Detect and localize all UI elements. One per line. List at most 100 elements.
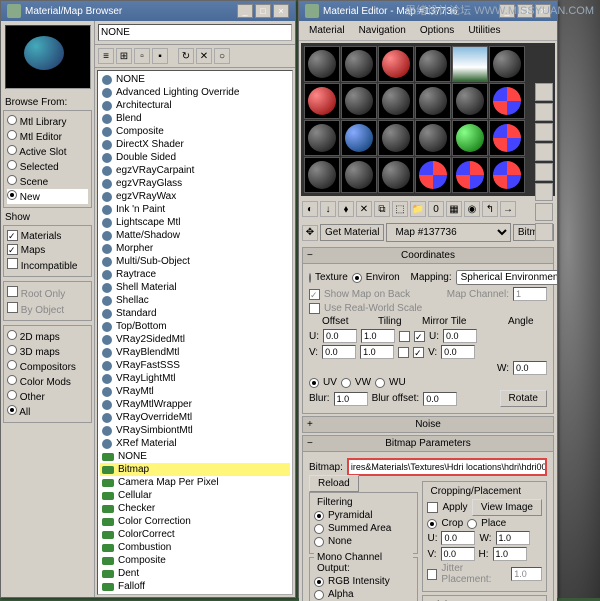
menu-options[interactable]: Options xyxy=(418,23,456,38)
blur-offset-input[interactable]: 0.0 xyxy=(423,392,457,406)
reset-icon[interactable]: ✕ xyxy=(356,201,372,217)
list-item[interactable]: Morpher xyxy=(100,242,290,255)
uv-tiling-icon[interactable] xyxy=(535,143,553,161)
list-item[interactable]: Checker xyxy=(100,502,290,515)
clear-icon[interactable]: ○ xyxy=(214,48,230,64)
list-item[interactable]: Standard xyxy=(100,307,290,320)
list-item[interactable]: egzVRayGlass xyxy=(100,177,290,190)
list-item[interactable]: Camera Map Per Pixel xyxy=(100,476,290,489)
sample-slot[interactable] xyxy=(452,157,488,193)
rad-vw[interactable] xyxy=(341,378,351,388)
sample-slot[interactable] xyxy=(415,157,451,193)
sample-slot[interactable] xyxy=(489,120,525,156)
list-item[interactable]: VRaySimbiontMtl xyxy=(100,424,290,437)
sample-slot[interactable] xyxy=(452,46,488,82)
crop-h[interactable]: 1.0 xyxy=(493,547,527,561)
opt-new[interactable]: New xyxy=(7,189,88,204)
sample-slot[interactable] xyxy=(378,46,414,82)
sample-slot[interactable] xyxy=(378,120,414,156)
list-item[interactable]: ColorCorrect xyxy=(100,528,290,541)
sample-slot[interactable] xyxy=(452,120,488,156)
list-item[interactable]: VRayMtlWrapper xyxy=(100,398,290,411)
sample-slot[interactable] xyxy=(378,157,414,193)
list-item[interactable]: Lightscape Mtl xyxy=(100,216,290,229)
menu-utilities[interactable]: Utilities xyxy=(466,23,502,38)
view-icons-icon[interactable]: ⊞ xyxy=(116,48,132,64)
v-tiling[interactable]: 1.0 xyxy=(360,345,394,359)
sample-slot[interactable] xyxy=(341,83,377,119)
list-item[interactable]: Matte/Shadow xyxy=(100,229,290,242)
put-library-icon[interactable]: 📁 xyxy=(410,201,426,217)
pick-icon[interactable]: ✥ xyxy=(302,225,318,241)
rad-mono-rgb[interactable] xyxy=(314,577,324,587)
list-item[interactable]: Ink 'n Paint xyxy=(100,203,290,216)
u-tile[interactable] xyxy=(414,331,425,342)
opt-active-slot[interactable]: Active Slot xyxy=(7,144,88,159)
list-item[interactable]: VRayLightMtl xyxy=(100,372,290,385)
opt-scene[interactable]: Scene xyxy=(7,174,88,189)
make-unique-icon[interactable]: ⬚ xyxy=(392,201,408,217)
ck-incompatible[interactable]: Incompatible xyxy=(7,257,88,273)
list-item[interactable]: Blend xyxy=(100,112,290,125)
sample-slot[interactable] xyxy=(489,83,525,119)
select-icon[interactable] xyxy=(535,223,553,241)
crop-u[interactable]: 0.0 xyxy=(441,531,475,545)
sample-slot[interactable] xyxy=(304,120,340,156)
video-check-icon[interactable] xyxy=(535,163,553,181)
go-forward-icon[interactable]: → xyxy=(500,201,516,217)
coordinates-header[interactable]: Coordinates xyxy=(302,247,554,264)
minimize-button[interactable]: _ xyxy=(237,4,253,18)
opt-2d[interactable]: 2D maps xyxy=(7,329,88,344)
list-item[interactable]: Raytrace xyxy=(100,268,290,281)
list-item[interactable]: Shellac xyxy=(100,294,290,307)
list-item[interactable]: Shell Material xyxy=(100,281,290,294)
preview-icon[interactable] xyxy=(535,183,553,201)
list-item[interactable]: NONE xyxy=(100,450,290,463)
sample-type-icon[interactable] xyxy=(535,83,553,101)
background-icon[interactable] xyxy=(535,123,553,141)
rad-mono-alpha[interactable] xyxy=(314,590,324,600)
ck-apply[interactable] xyxy=(427,502,438,513)
list-item[interactable]: VRay2SidedMtl xyxy=(100,333,290,346)
rad-wu[interactable] xyxy=(375,378,385,388)
list-item[interactable]: Color Correction xyxy=(100,515,290,528)
u-offset[interactable]: 0.0 xyxy=(323,329,357,343)
rad-pyramidal[interactable] xyxy=(314,511,324,521)
list-item[interactable]: DirectX Shader xyxy=(100,138,290,151)
sample-slot[interactable] xyxy=(304,46,340,82)
update-icon[interactable]: ↻ xyxy=(178,48,194,64)
opt-selected[interactable]: Selected xyxy=(7,159,88,174)
opt-all[interactable]: All xyxy=(7,404,88,419)
list-item[interactable]: Composite xyxy=(100,554,290,567)
list-item[interactable]: egzVRayWax xyxy=(100,190,290,203)
rad-environ[interactable] xyxy=(352,273,362,283)
browser-titlebar[interactable]: Material/Map Browser _ □ × xyxy=(1,1,295,21)
list-item[interactable]: Top/Bottom xyxy=(100,320,290,333)
list-item[interactable]: Double Sided xyxy=(100,151,290,164)
go-parent-icon[interactable]: ↰ xyxy=(482,201,498,217)
reload-button[interactable]: Reload xyxy=(309,475,359,492)
put-to-scene-icon[interactable]: ↓ xyxy=(320,201,336,217)
options-icon[interactable] xyxy=(535,203,553,221)
list-item[interactable]: Bitmap xyxy=(100,463,290,476)
v-angle[interactable]: 0.0 xyxy=(441,345,475,359)
ck-real-world[interactable] xyxy=(309,303,320,314)
toolbar-none-field[interactable]: NONE xyxy=(98,24,292,41)
get-material-icon[interactable]: ◐ xyxy=(302,201,318,217)
list-item[interactable]: Architectural xyxy=(100,99,290,112)
v-offset[interactable]: 0.0 xyxy=(322,345,356,359)
opt-mtl-library[interactable]: Mtl Library xyxy=(7,114,88,129)
opt-cmods[interactable]: Color Mods xyxy=(7,374,88,389)
list-item[interactable]: egzVRayCarpaint xyxy=(100,164,290,177)
ck-maps[interactable]: Maps xyxy=(7,243,88,257)
map-name-select[interactable]: Map #137736 xyxy=(386,223,510,242)
opt-3d[interactable]: 3D maps xyxy=(7,344,88,359)
copy-icon[interactable]: ⧉ xyxy=(374,201,390,217)
menu-material[interactable]: Material xyxy=(307,23,347,38)
opt-other[interactable]: Other xyxy=(7,389,88,404)
rad-place[interactable] xyxy=(467,519,477,529)
u-angle[interactable]: 0.0 xyxy=(443,329,477,343)
bitmap-params-header[interactable]: Bitmap Parameters xyxy=(302,435,554,452)
bitmap-path[interactable]: ires&Materials\Textures\Hdri locations\h… xyxy=(347,458,547,476)
sample-slot[interactable] xyxy=(341,157,377,193)
